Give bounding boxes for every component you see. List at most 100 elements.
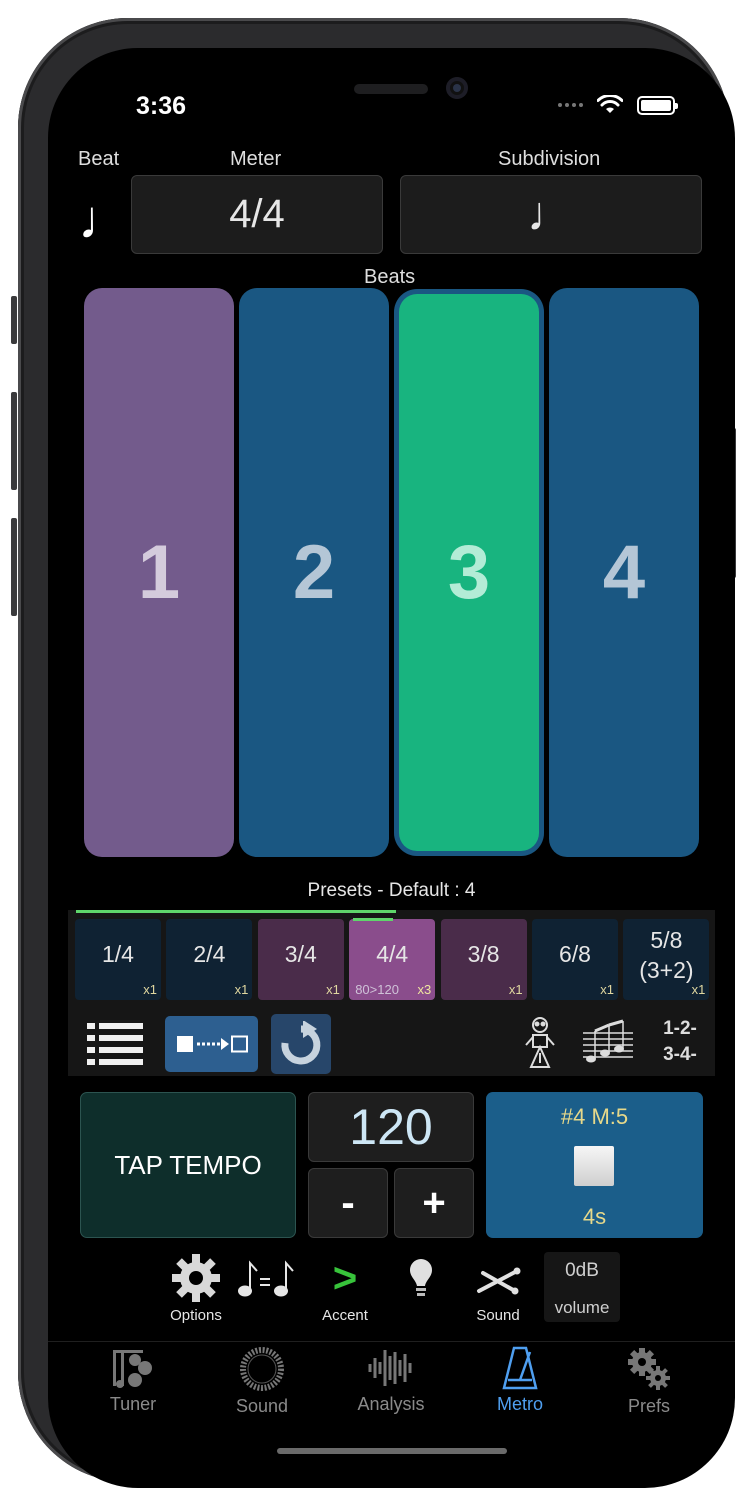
preset-list-button[interactable] [86,1020,144,1068]
beat-note-selector[interactable]: ♩ [78,186,132,254]
preset-label-line: 5/8 [650,927,683,953]
beat-pad-4[interactable]: 4 [549,288,699,857]
preset-repeat-count: x1 [234,982,249,997]
notation-button[interactable] [581,1016,635,1070]
metronome-icon [502,1346,538,1390]
tempo-increase-button[interactable]: + [394,1168,474,1238]
preset-label-line: (3+2) [639,957,694,983]
tab-prefs[interactable]: Prefs [594,1346,704,1417]
minus-label: - [341,1180,355,1225]
phone-frame: 3:36 Beat Meter Subdivision ♩ 4/4 ♩ Beat… [11,18,736,1488]
screen: 3:36 Beat Meter Subdivision ♩ 4/4 ♩ Beat… [48,48,735,1488]
tempo-decrease-button[interactable]: - [308,1168,388,1238]
preset-3[interactable]: 3/4 x1 [257,919,344,1000]
tab-metro[interactable]: Metro [465,1346,575,1415]
tab-analysis[interactable]: Analysis [336,1346,446,1415]
note-equivalence-button[interactable] [234,1253,298,1303]
volume-value: 0dB [565,1260,599,1281]
preset-label: 6/8 [559,941,591,967]
subdivision-selector[interactable]: ♩ [400,175,702,254]
preset-advance-button[interactable] [165,1016,258,1072]
tab-label: Tuner [109,1394,157,1414]
meter-value: 4/4 [229,192,285,236]
preset-label: 3/8 [467,941,500,967]
preset-1[interactable]: 1/4 x1 [75,919,161,1000]
meter-label: Meter [230,148,282,170]
preset-repeat-count: x1 [691,982,706,997]
plus-label: + [422,1180,446,1225]
sound-label: Sound [476,1307,520,1324]
preset-6[interactable]: 6/8 x1 [532,919,618,1000]
tab-sound[interactable]: Sound [207,1346,317,1417]
preset-repeat-count: x1 [143,982,157,997]
preset-repeat-count: x3 [417,982,432,997]
preset-7[interactable]: 5/8 (3+2) x1 [623,919,710,1000]
beat-number: 1 [137,530,181,615]
accent-label: Accent [322,1307,368,1324]
tuner-icon [113,1350,152,1388]
beat-label: Beat [78,148,120,170]
tempo-display[interactable]: 120 [308,1092,474,1162]
loop-icon [281,1021,321,1065]
meter-selector[interactable]: 4/4 [131,175,383,254]
presets-title: Presets - Default : 4 [307,880,476,901]
beats-label: Beats [364,266,416,288]
gears-icon [628,1348,670,1390]
volume-control[interactable]: 0dB volume [544,1252,620,1322]
loop-button[interactable] [271,1014,331,1074]
drumsticks-icon [477,1267,521,1295]
lightbulb-icon [410,1259,432,1296]
robot-trainer-button[interactable] [520,1014,560,1072]
preset-label: 1/4 [102,941,134,967]
preset-5[interactable]: 3/8 x1 [440,919,527,1000]
play-timer: 4s [582,1204,607,1229]
play-stop-button[interactable]: #4 M:5 4s [486,1092,703,1238]
preset-active-marker [353,918,394,921]
preset-repeat-count: x1 [508,982,523,997]
tab-bar: Tuner Sound Analysis Metro Prefs [48,1341,735,1421]
volume-label: volume [554,1298,610,1317]
options-button[interactable]: Options [161,1253,231,1324]
tab-tuner[interactable]: Tuner [78,1346,188,1415]
light-flash-button[interactable] [398,1253,444,1303]
list-icon [87,1023,143,1065]
preset-repeat-count: x1 [600,982,614,997]
preset-progress-bar [76,910,396,913]
note-equals-icon [238,1260,294,1297]
status-time: 3:36 [136,92,187,120]
mute-switch [11,296,17,344]
beat-pad-2[interactable]: 2 [239,288,389,857]
count-in-button[interactable]: 1-2- 3-4- [648,1012,712,1072]
battery-icon [637,95,678,115]
preset-label: 5/8 (3+2) [623,925,709,985]
tap-tempo-label: TAP TEMPO [114,1149,262,1180]
beat-pad-1[interactable]: 1 [84,288,234,857]
stop-icon [574,1146,614,1186]
robot-icon [525,1017,555,1068]
sound-button[interactable]: Sound [463,1253,533,1324]
sound-icon [240,1347,284,1391]
advance-arrow-icon [176,1035,248,1053]
preset-label: 3/4 [284,941,317,967]
play-status: #4 M:5 [560,1104,629,1129]
preset-label: 4/4 [376,941,409,967]
count-label-1: 1-2- [663,1018,697,1039]
beat-pad-3[interactable]: 3 [399,294,539,851]
volume-down-button [11,518,17,616]
presets-panel: 1/4 x1 2/4 x1 3/4 x1 4/4 80>120 x3 3/8 x1 6/8 x1 5/8 (… [68,910,715,1076]
preset-2[interactable]: 2/4 x1 [166,919,253,1000]
tab-label: Sound [235,1396,289,1416]
tap-tempo-button[interactable]: TAP TEMPO [80,1092,296,1238]
count-label-2: 3-4- [663,1044,697,1065]
wifi-icon [597,95,623,113]
accent-button[interactable]: > Accent [310,1253,380,1324]
tab-label: Analysis [357,1394,425,1414]
preset-4[interactable]: 4/4 80>120 x3 [349,918,436,1000]
cellular-icon [558,103,583,107]
home-indicator [277,1448,507,1454]
accent-icon: > [332,1254,358,1301]
gear-icon [172,1254,220,1302]
preset-tempo-range: 80>120 [355,982,399,997]
front-camera [446,77,468,99]
speaker-grille [354,84,428,94]
